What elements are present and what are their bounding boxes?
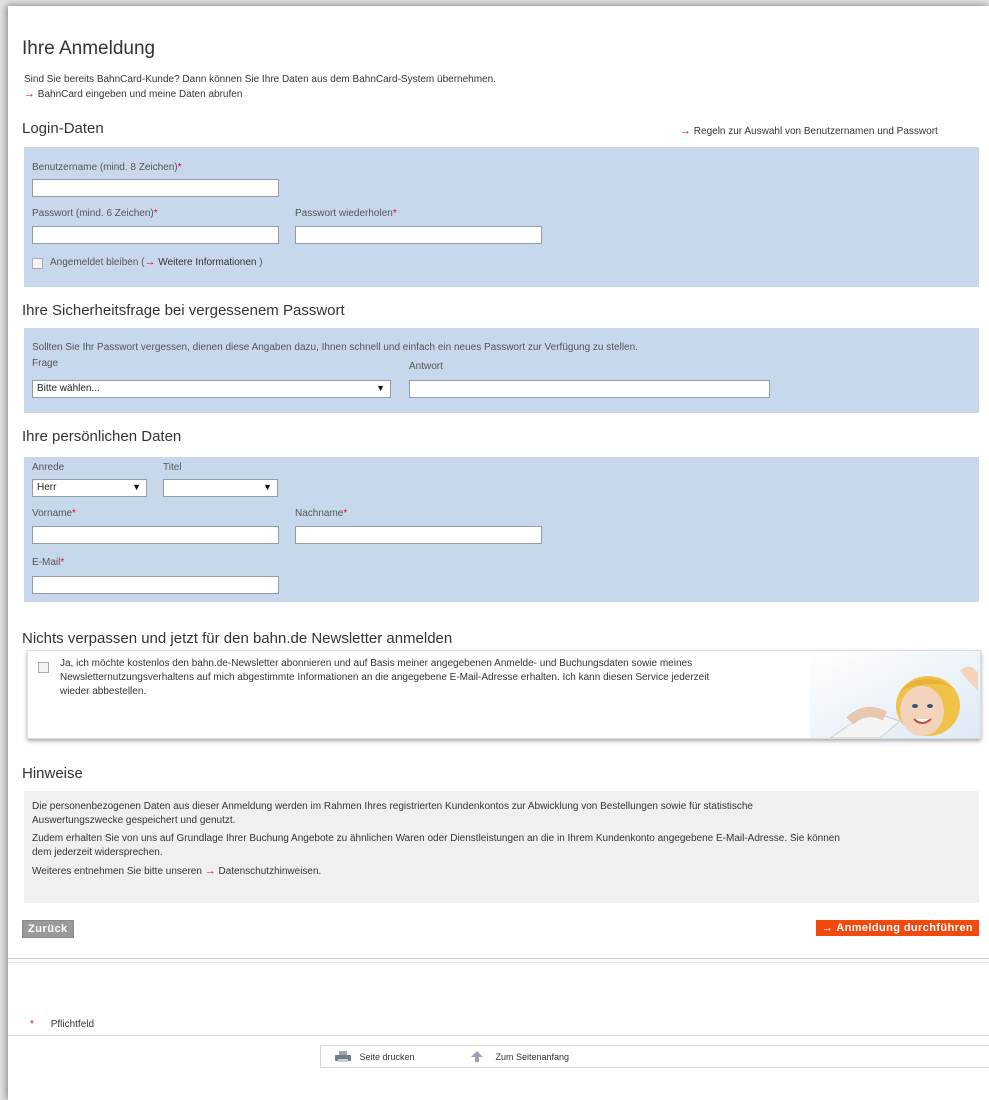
title-label: Titel <box>163 462 182 473</box>
security-description: Sollten Sie Ihr Passwort vergessen, dien… <box>32 342 638 353</box>
arrow-right-icon: → <box>24 88 35 100</box>
divider <box>8 962 989 963</box>
print-link-label: Seite drucken <box>359 1051 415 1062</box>
print-link[interactable]: Seite drucken <box>335 1051 415 1063</box>
divider <box>8 1035 989 1036</box>
printer-icon <box>335 1051 351 1063</box>
notes-panel: Die personenbezogenen Daten aus dieser A… <box>24 791 979 903</box>
bahncard-intro: Sind Sie bereits BahnCard-Kunde? Dann kö… <box>24 74 496 85</box>
password-repeat-label: Passwort wiederholen* <box>295 208 397 219</box>
notes-p1-line1: Die personenbezogenen Daten aus dieser A… <box>32 801 753 812</box>
stay-logged-in-checkbox[interactable] <box>32 258 43 269</box>
email-input[interactable] <box>32 576 279 594</box>
more-info-link[interactable]: Weitere Informationen <box>158 257 256 268</box>
close-paren: ) <box>259 257 263 268</box>
notes-p3: Weiteres entnehmen Sie bitte unseren → D… <box>32 864 321 879</box>
newsletter-box: Ja, ich möchte kostenlos den bahn.de-New… <box>27 650 981 739</box>
personal-heading: Ihre persönlichen Daten <box>22 428 182 445</box>
back-to-top-label: Zum Seitenanfang <box>495 1051 570 1062</box>
newsletter-text-2: Newsletternutzungsverhaltens auf mich ab… <box>60 672 710 683</box>
privacy-link[interactable]: Datenschutzhinweisen. <box>218 866 321 877</box>
notes-heading: Hinweise <box>22 765 83 782</box>
firstname-input[interactable] <box>32 526 279 544</box>
notes-p1-line2: Auswertungszwecke gespeichert und genutz… <box>32 815 236 826</box>
newsletter-text-3: wieder abbestellen. <box>60 686 147 697</box>
password-input[interactable] <box>32 226 279 244</box>
bahncard-link-label[interactable]: BahnCard eingeben und meine Daten abrufe… <box>38 89 243 100</box>
answer-input[interactable] <box>409 380 770 398</box>
chevron-down-icon: ▼ <box>263 482 272 492</box>
salutation-select[interactable]: Herr ▼ <box>32 479 147 497</box>
arrow-right-icon: → <box>204 865 216 877</box>
personal-panel: Anrede Herr ▼ Titel ▼ Vorname* Nachname*… <box>24 457 979 602</box>
page: Ihre Anmeldung Sind Sie bereits BahnCard… <box>8 6 989 1100</box>
footer-toolbar: Seite drucken Zum Seitenanfang <box>320 1045 989 1068</box>
stay-logged-in-row: Angemeldet bleiben (→ Weitere Informatio… <box>50 256 263 268</box>
submit-button-label: Anmeldung durchführen <box>836 922 973 934</box>
required-star: * <box>30 1019 34 1030</box>
login-panel: Benutzername (mind. 8 Zeichen)* Passwort… <box>24 147 979 287</box>
required-legend: * Pflichtfeld <box>30 1018 94 1032</box>
username-input[interactable] <box>32 179 279 197</box>
answer-label: Antwort <box>409 361 443 372</box>
chevron-down-icon: ▼ <box>132 482 141 492</box>
title-select[interactable]: ▼ <box>163 479 278 497</box>
arrow-up-icon <box>471 1051 483 1063</box>
security-panel: Sollten Sie Ihr Passwort vergessen, dien… <box>24 328 979 413</box>
required-star: * <box>60 557 65 568</box>
salutation-label: Anrede <box>32 462 65 473</box>
arrow-right-icon: → <box>680 125 691 137</box>
login-heading: Login-Daten <box>22 120 104 137</box>
question-select[interactable]: Bitte wählen... ▼ <box>32 380 391 398</box>
newsletter-woman-image <box>810 651 980 738</box>
rules-link[interactable]: → Regeln zur Auswahl von Benutzernamen u… <box>680 124 938 139</box>
newsletter-checkbox[interactable] <box>38 662 49 673</box>
arrow-right-icon: → <box>821 922 834 934</box>
notes-p2-line1: Zudem erhalten Sie von uns auf Grundlage… <box>32 833 840 844</box>
page-title: Ihre Anmeldung <box>22 38 156 59</box>
username-label: Benutzername (mind. 8 Zeichen)* <box>32 162 182 173</box>
password-repeat-input[interactable] <box>295 226 542 244</box>
newsletter-text-1: Ja, ich möchte kostenlos den bahn.de-New… <box>60 658 693 669</box>
arrow-right-icon: → <box>144 256 156 268</box>
salutation-select-value: Herr <box>37 482 57 493</box>
required-star: * <box>392 208 397 219</box>
required-star: * <box>72 508 76 519</box>
chevron-down-icon: ▼ <box>376 383 385 393</box>
divider <box>8 958 989 959</box>
back-to-top-link[interactable]: Zum Seitenanfang <box>471 1051 570 1063</box>
stay-logged-in-label: Angemeldet bleiben ( <box>50 257 145 268</box>
required-star: * <box>153 208 158 219</box>
firstname-label: Vorname* <box>32 508 76 519</box>
submit-button[interactable]: → Anmeldung durchführen <box>815 920 979 936</box>
newsletter-heading: Nichts verpassen und jetzt für den bahn.… <box>22 630 453 647</box>
security-heading: Ihre Sicherheitsfrage bei vergessenem Pa… <box>22 302 345 319</box>
notes-p3-prefix: Weiteres entnehmen Sie bitte unseren <box>32 866 202 877</box>
required-star: * <box>177 162 182 173</box>
bahncard-link[interactable]: → BahnCard eingeben und meine Daten abru… <box>24 87 242 102</box>
email-label: E-Mail* <box>32 557 65 568</box>
password-label: Passwort (mind. 6 Zeichen)* <box>32 208 158 219</box>
rules-link-label[interactable]: Regeln zur Auswahl von Benutzernamen und… <box>694 126 938 137</box>
notes-p2-line2: dem jederzeit widersprechen. <box>32 847 163 858</box>
lastname-label: Nachname* <box>295 508 348 519</box>
required-legend-label: Pflichtfeld <box>50 1019 95 1030</box>
question-label: Frage <box>32 358 59 369</box>
required-star: * <box>343 508 348 519</box>
question-select-value: Bitte wählen... <box>37 383 100 394</box>
back-button[interactable]: Zurück <box>22 920 74 938</box>
lastname-input[interactable] <box>295 526 542 544</box>
